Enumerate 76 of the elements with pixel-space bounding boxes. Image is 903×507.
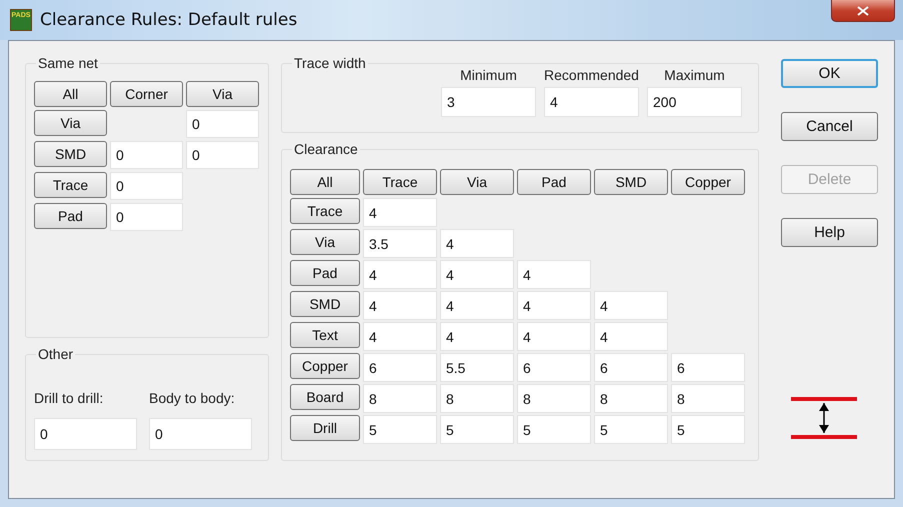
value-field[interactable]: 8: [671, 384, 745, 413]
value-field[interactable]: 6: [363, 353, 437, 382]
value-field[interactable]: 5.5: [440, 353, 514, 382]
row-button[interactable]: Pad: [290, 260, 360, 286]
value-field[interactable]: 4: [517, 260, 591, 289]
window-title: Clearance Rules: Default rules: [40, 10, 298, 30]
value-field[interactable]: 0: [186, 141, 259, 169]
row-button[interactable]: Via: [290, 229, 360, 255]
value-field[interactable]: 4: [440, 260, 514, 289]
column-button[interactable]: Via: [440, 169, 514, 195]
row-button[interactable]: Copper: [290, 353, 360, 379]
value-field[interactable]: 4: [440, 322, 514, 351]
value-field[interactable]: 0: [149, 418, 252, 450]
value-field[interactable]: 5: [363, 415, 437, 444]
row-button[interactable]: SMD: [34, 141, 107, 167]
column-button[interactable]: Corner: [110, 81, 183, 107]
row-button[interactable]: SMD: [290, 291, 360, 317]
value-field[interactable]: 5: [440, 415, 514, 444]
value-field[interactable]: 6: [671, 353, 745, 382]
group-title: Other: [37, 346, 74, 362]
group-title: Same net: [37, 55, 99, 71]
value-field[interactable]: 6: [517, 353, 591, 382]
column-button[interactable]: Trace: [363, 169, 437, 195]
row-button[interactable]: Board: [290, 384, 360, 410]
clearance-icon: [791, 395, 857, 441]
group-title: Clearance: [293, 141, 359, 157]
column-button[interactable]: Via: [186, 81, 259, 107]
close-icon: [857, 6, 869, 16]
value-field[interactable]: 5: [594, 415, 668, 444]
column-button[interactable]: All: [290, 169, 360, 195]
value-field[interactable]: 5: [517, 415, 591, 444]
value-field[interactable]: 4: [363, 291, 437, 320]
value-field[interactable]: 5: [671, 415, 745, 444]
value-field[interactable]: 4: [517, 291, 591, 320]
value-field[interactable]: 4: [594, 291, 668, 320]
value-field[interactable]: 4: [544, 87, 639, 117]
value-field[interactable]: 8: [440, 384, 514, 413]
row-button[interactable]: Trace: [290, 198, 360, 224]
dialog-button[interactable]: Help: [781, 218, 878, 247]
value-field[interactable]: 3.5: [363, 229, 437, 258]
value-field[interactable]: 4: [363, 260, 437, 289]
row-button[interactable]: Drill: [290, 415, 360, 441]
value-field[interactable]: 4: [440, 229, 514, 258]
value-field[interactable]: 4: [363, 198, 437, 227]
value-field[interactable]: 200: [647, 87, 742, 117]
value-field[interactable]: 0: [110, 172, 183, 200]
column-button[interactable]: All: [34, 81, 107, 107]
row-button[interactable]: Pad: [34, 203, 107, 229]
value-field[interactable]: 4: [363, 322, 437, 351]
group-title: Trace width: [293, 55, 367, 71]
row-button[interactable]: Trace: [34, 172, 107, 198]
field-label: Recommended: [544, 67, 639, 83]
value-field[interactable]: 0: [110, 203, 183, 231]
field-label: Minimum: [460, 67, 517, 83]
column-button[interactable]: SMD: [594, 169, 668, 195]
column-button[interactable]: Copper: [671, 169, 745, 195]
value-field[interactable]: 4: [440, 291, 514, 320]
dialog-button[interactable]: OK: [781, 59, 878, 88]
value-field[interactable]: 8: [363, 384, 437, 413]
value-field[interactable]: 6: [594, 353, 668, 382]
row-button[interactable]: Text: [290, 322, 360, 348]
dialog-button[interactable]: Cancel: [781, 112, 878, 141]
field-label: Body to body:: [149, 390, 236, 406]
value-field[interactable]: 3: [441, 87, 536, 117]
value-field[interactable]: 0: [34, 418, 137, 450]
value-field[interactable]: 0: [186, 110, 259, 138]
column-button[interactable]: Pad: [517, 169, 591, 195]
value-field[interactable]: 4: [517, 322, 591, 351]
value-field[interactable]: 8: [594, 384, 668, 413]
field-label: Maximum: [664, 67, 725, 83]
value-field[interactable]: 8: [517, 384, 591, 413]
row-button[interactable]: Via: [34, 110, 107, 136]
close-button[interactable]: [831, 0, 895, 22]
value-field[interactable]: 4: [594, 322, 668, 351]
field-label: Drill to drill:: [34, 390, 104, 406]
value-field[interactable]: 0: [110, 141, 183, 169]
